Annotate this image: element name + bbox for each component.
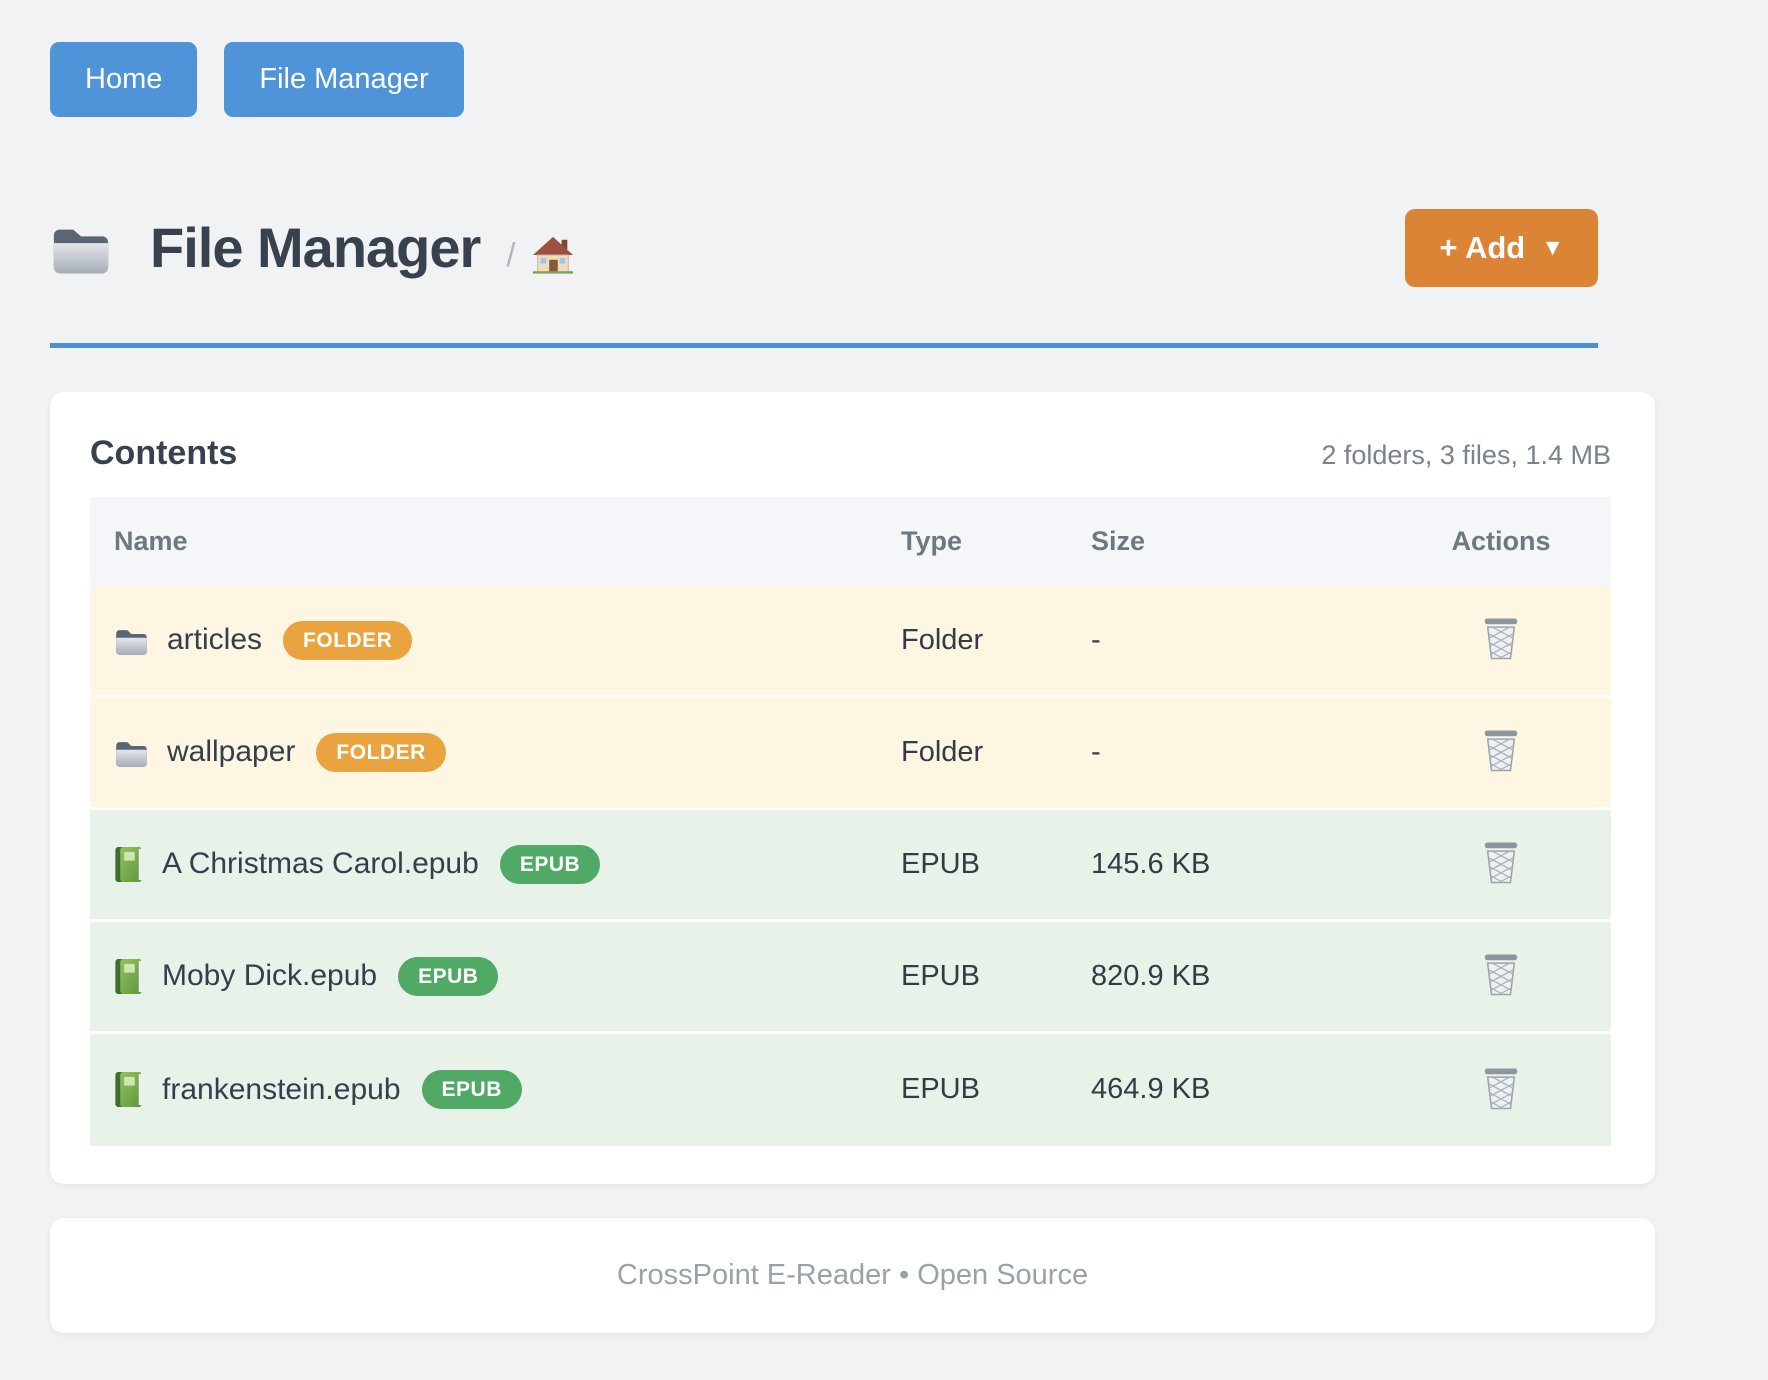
- type-badge: EPUB: [398, 957, 498, 996]
- item-name-link[interactable]: articles: [167, 623, 262, 657]
- actions-cell: [1391, 612, 1611, 668]
- contents-header: Contents 2 folders, 3 files, 1.4 MB: [90, 434, 1611, 473]
- size-cell: 145.6 KB: [1091, 848, 1391, 881]
- type-badge: EPUB: [422, 1070, 522, 1109]
- type-badge: FOLDER: [316, 733, 445, 772]
- actions-cell: [1391, 948, 1611, 1004]
- item-name-link[interactable]: wallpaper: [167, 735, 295, 769]
- column-header-size: Size: [1091, 497, 1391, 586]
- name-cell: A Christmas Carol.epub EPUB: [90, 845, 901, 884]
- type-cell: Folder: [901, 736, 1091, 769]
- type-badge: EPUB: [500, 845, 600, 884]
- open-folder-icon: [50, 222, 132, 274]
- page-title: File Manager: [150, 215, 480, 280]
- item-name-link[interactable]: A Christmas Carol.epub: [162, 847, 479, 881]
- type-cell: EPUB: [901, 960, 1091, 993]
- size-cell: 464.9 KB: [1091, 1073, 1391, 1106]
- type-cell: EPUB: [901, 1073, 1091, 1106]
- column-header-actions: Actions: [1391, 497, 1611, 586]
- type-badge: FOLDER: [283, 621, 412, 660]
- type-cell: EPUB: [901, 848, 1091, 881]
- breadcrumb-home-link[interactable]: [532, 235, 574, 275]
- delete-button[interactable]: [1478, 724, 1524, 780]
- actions-cell: [1391, 1062, 1611, 1118]
- contents-title: Contents: [90, 434, 1321, 473]
- top-nav: Home File Manager: [0, 0, 1768, 117]
- table-row[interactable]: wallpaper FOLDER Folder -: [90, 698, 1611, 810]
- size-cell: -: [1091, 624, 1391, 657]
- table-row[interactable]: Moby Dick.epub EPUB EPUB 820.9 KB: [90, 922, 1611, 1034]
- table-body: articles FOLDER Folder - wallpaper FOLDE…: [90, 586, 1611, 1146]
- column-header-type: Type: [901, 497, 1091, 586]
- add-button[interactable]: + Add ▼: [1405, 209, 1598, 287]
- name-cell: wallpaper FOLDER: [90, 733, 901, 772]
- trash-icon: [1482, 728, 1520, 773]
- table-header-row: NameTypeSizeActions: [90, 497, 1611, 586]
- green-book-icon: [114, 1071, 144, 1108]
- actions-cell: [1391, 724, 1611, 780]
- file-table: NameTypeSizeActions articles FOLDER Fold…: [90, 497, 1611, 1146]
- title-group: File Manager /: [50, 215, 1405, 280]
- green-book-icon: [114, 958, 144, 995]
- delete-button[interactable]: [1478, 948, 1524, 1004]
- breadcrumb-separator: /: [506, 236, 515, 274]
- column-header-name: Name: [90, 497, 901, 586]
- item-name-link[interactable]: Moby Dick.epub: [162, 959, 377, 993]
- actions-cell: [1391, 836, 1611, 892]
- green-book-icon: [114, 846, 144, 883]
- delete-button[interactable]: [1478, 612, 1524, 668]
- trash-icon: [1482, 952, 1520, 997]
- delete-button[interactable]: [1478, 1062, 1524, 1118]
- nav-home-button[interactable]: Home: [50, 42, 197, 117]
- title-divider: [50, 343, 1598, 348]
- trash-icon: [1482, 1066, 1520, 1111]
- contents-card: Contents 2 folders, 3 files, 1.4 MB Name…: [50, 392, 1655, 1184]
- name-cell: articles FOLDER: [90, 621, 901, 660]
- add-button-label: + Add: [1439, 230, 1525, 266]
- name-cell: Moby Dick.epub EPUB: [90, 957, 901, 996]
- contents-summary: 2 folders, 3 files, 1.4 MB: [1321, 440, 1611, 471]
- name-cell: frankenstein.epub EPUB: [90, 1070, 901, 1109]
- trash-icon: [1482, 840, 1520, 885]
- table-row[interactable]: frankenstein.epub EPUB EPUB 464.9 KB: [90, 1034, 1611, 1146]
- table-row[interactable]: A Christmas Carol.epub EPUB EPUB 145.6 K…: [90, 810, 1611, 922]
- nav-file-manager-button[interactable]: File Manager: [224, 42, 463, 117]
- footer-card: CrossPoint E-Reader • Open Source: [50, 1218, 1655, 1333]
- page-header: File Manager / + Add ▼: [50, 209, 1598, 287]
- folder-icon: [114, 738, 149, 767]
- size-cell: -: [1091, 736, 1391, 769]
- size-cell: 820.9 KB: [1091, 960, 1391, 993]
- folder-icon: [114, 626, 149, 655]
- trash-icon: [1482, 616, 1520, 661]
- delete-button[interactable]: [1478, 836, 1524, 892]
- house-icon: [532, 235, 574, 275]
- type-cell: Folder: [901, 624, 1091, 657]
- caret-down-icon: ▼: [1541, 234, 1564, 261]
- item-name-link[interactable]: frankenstein.epub: [162, 1073, 401, 1107]
- breadcrumb: /: [506, 235, 573, 275]
- table-row[interactable]: articles FOLDER Folder -: [90, 586, 1611, 698]
- footer-text: CrossPoint E-Reader • Open Source: [617, 1259, 1088, 1291]
